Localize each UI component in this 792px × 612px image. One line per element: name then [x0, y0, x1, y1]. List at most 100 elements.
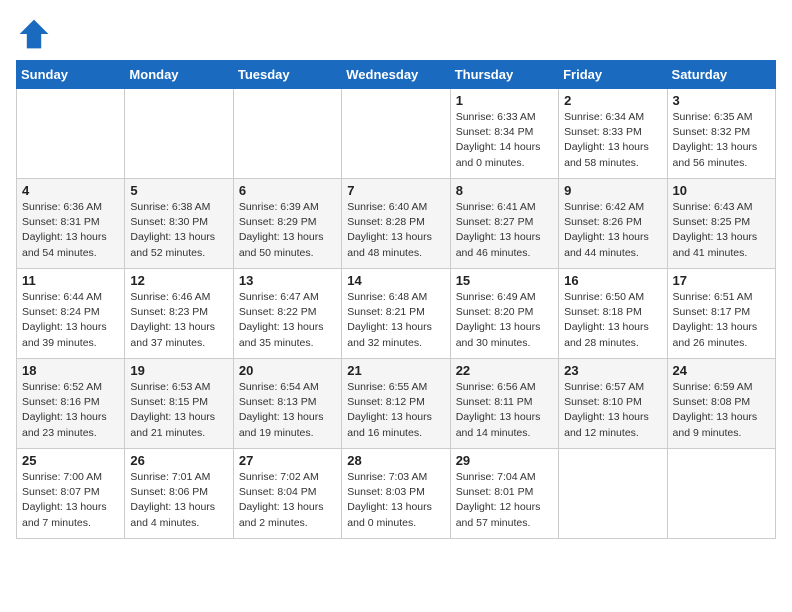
day-info: Sunrise: 6:56 AM Sunset: 8:11 PM Dayligh… — [456, 380, 553, 441]
day-info: Sunrise: 7:03 AM Sunset: 8:03 PM Dayligh… — [347, 470, 444, 531]
day-info: Sunrise: 6:41 AM Sunset: 8:27 PM Dayligh… — [456, 200, 553, 261]
calendar-cell: 20Sunrise: 6:54 AM Sunset: 8:13 PM Dayli… — [233, 359, 341, 449]
calendar-cell — [17, 89, 125, 179]
day-number: 25 — [22, 453, 119, 468]
calendar-cell: 7Sunrise: 6:40 AM Sunset: 8:28 PM Daylig… — [342, 179, 450, 269]
calendar-cell — [342, 89, 450, 179]
column-header-saturday: Saturday — [667, 61, 775, 89]
calendar-cell — [125, 89, 233, 179]
logo-icon — [16, 16, 52, 52]
day-number: 15 — [456, 273, 553, 288]
calendar-cell: 3 Sunrise: 6:35 AM Sunset: 8:32 PM Daylig… — [667, 89, 775, 179]
day-number: 3 — [673, 93, 770, 108]
day-info: Sunrise: 7:04 AM Sunset: 8:01 PM Dayligh… — [456, 470, 553, 531]
day-number: 21 — [347, 363, 444, 378]
day-number: 27 — [239, 453, 336, 468]
calendar-cell: 1Sunrise: 6:33 AM Sunset: 8:34 PM Daylig… — [450, 89, 558, 179]
day-info: Sunrise: 6:38 AM Sunset: 8:30 PM Dayligh… — [130, 200, 227, 261]
calendar-cell: 8 Sunrise: 6:41 AM Sunset: 8:27 PM Daylig… — [450, 179, 558, 269]
day-number: 19 — [130, 363, 227, 378]
day-number: 16 — [564, 273, 661, 288]
day-info: Sunrise: 6:57 AM Sunset: 8:10 PM Dayligh… — [564, 380, 661, 441]
day-number: 8 — [456, 183, 553, 198]
calendar-cell: 15 Sunrise: 6:49 AM Sunset: 8:20 PM Dayli… — [450, 269, 558, 359]
calendar-body: 1Sunrise: 6:33 AM Sunset: 8:34 PM Daylig… — [17, 89, 776, 539]
day-info: Sunrise: 7:02 AM Sunset: 8:04 PM Dayligh… — [239, 470, 336, 531]
day-info: Sunrise: 6:36 AM Sunset: 8:31 PM Dayligh… — [22, 200, 119, 261]
day-number: 12 — [130, 273, 227, 288]
day-info: Sunrise: 6:55 AM Sunset: 8:12 PM Dayligh… — [347, 380, 444, 441]
day-number: 24 — [673, 363, 770, 378]
calendar-header-row: SundayMondayTuesdayWednesdayThursdayFrid… — [17, 61, 776, 89]
calendar-cell — [667, 449, 775, 539]
column-header-wednesday: Wednesday — [342, 61, 450, 89]
day-number: 2 — [564, 93, 661, 108]
calendar-cell — [233, 89, 341, 179]
day-info: Sunrise: 6:34 AM Sunset: 8:33 PM Dayligh… — [564, 110, 661, 171]
day-info: Sunrise: 6:51 AM Sunset: 8:17 PM Dayligh… — [673, 290, 770, 351]
day-info: Sunrise: 6:44 AM Sunset: 8:24 PM Dayligh… — [22, 290, 119, 351]
column-header-thursday: Thursday — [450, 61, 558, 89]
calendar-cell: 17 Sunrise: 6:51 AM Sunset: 8:17 PM Dayli… — [667, 269, 775, 359]
day-number: 26 — [130, 453, 227, 468]
day-info: Sunrise: 7:01 AM Sunset: 8:06 PM Dayligh… — [130, 470, 227, 531]
day-number: 10 — [673, 183, 770, 198]
calendar-cell: 19 Sunrise: 6:53 AM Sunset: 8:15 PM Dayli… — [125, 359, 233, 449]
day-number: 13 — [239, 273, 336, 288]
day-info: Sunrise: 6:43 AM Sunset: 8:25 PM Dayligh… — [673, 200, 770, 261]
calendar-table: SundayMondayTuesdayWednesdayThursdayFrid… — [16, 60, 776, 539]
logo — [16, 16, 58, 52]
calendar-cell: 13 Sunrise: 6:47 AM Sunset: 8:22 PM Dayli… — [233, 269, 341, 359]
calendar-week-4: 18Sunrise: 6:52 AM Sunset: 8:16 PM Dayli… — [17, 359, 776, 449]
day-info: Sunrise: 6:42 AM Sunset: 8:26 PM Dayligh… — [564, 200, 661, 261]
calendar-cell: 27 Sunrise: 7:02 AM Sunset: 8:04 PM Dayli… — [233, 449, 341, 539]
calendar-cell: 12 Sunrise: 6:46 AM Sunset: 8:23 PM Dayli… — [125, 269, 233, 359]
day-info: Sunrise: 7:00 AM Sunset: 8:07 PM Dayligh… — [22, 470, 119, 531]
day-info: Sunrise: 6:50 AM Sunset: 8:18 PM Dayligh… — [564, 290, 661, 351]
day-info: Sunrise: 6:35 AM Sunset: 8:32 PM Dayligh… — [673, 110, 770, 171]
day-number: 18 — [22, 363, 119, 378]
day-number: 6 — [239, 183, 336, 198]
day-info: Sunrise: 6:39 AM Sunset: 8:29 PM Dayligh… — [239, 200, 336, 261]
calendar-cell: 5 Sunrise: 6:38 AM Sunset: 8:30 PM Daylig… — [125, 179, 233, 269]
day-number: 14 — [347, 273, 444, 288]
calendar-cell: 28 Sunrise: 7:03 AM Sunset: 8:03 PM Dayli… — [342, 449, 450, 539]
calendar-cell: 4 Sunrise: 6:36 AM Sunset: 8:31 PM Daylig… — [17, 179, 125, 269]
day-info: Sunrise: 6:46 AM Sunset: 8:23 PM Dayligh… — [130, 290, 227, 351]
calendar-cell: 6 Sunrise: 6:39 AM Sunset: 8:29 PM Daylig… — [233, 179, 341, 269]
day-info: Sunrise: 6:33 AM Sunset: 8:34 PM Dayligh… — [456, 110, 553, 171]
day-info: Sunrise: 6:59 AM Sunset: 8:08 PM Dayligh… — [673, 380, 770, 441]
calendar-cell: 29 Sunrise: 7:04 AM Sunset: 8:01 PM Dayli… — [450, 449, 558, 539]
calendar-cell: 18Sunrise: 6:52 AM Sunset: 8:16 PM Dayli… — [17, 359, 125, 449]
page-header — [16, 16, 776, 52]
day-info: Sunrise: 6:40 AM Sunset: 8:28 PM Dayligh… — [347, 200, 444, 261]
day-info: Sunrise: 6:54 AM Sunset: 8:13 PM Dayligh… — [239, 380, 336, 441]
calendar-cell: 25 Sunrise: 7:00 AM Sunset: 8:07 PM Dayli… — [17, 449, 125, 539]
calendar-cell — [559, 449, 667, 539]
calendar-cell: 14Sunrise: 6:48 AM Sunset: 8:21 PM Dayli… — [342, 269, 450, 359]
day-number: 29 — [456, 453, 553, 468]
calendar-cell: 16 Sunrise: 6:50 AM Sunset: 8:18 PM Dayli… — [559, 269, 667, 359]
calendar-week-3: 11 Sunrise: 6:44 AM Sunset: 8:24 PM Dayli… — [17, 269, 776, 359]
day-info: Sunrise: 6:53 AM Sunset: 8:15 PM Dayligh… — [130, 380, 227, 441]
day-number: 23 — [564, 363, 661, 378]
column-header-tuesday: Tuesday — [233, 61, 341, 89]
calendar-week-1: 1Sunrise: 6:33 AM Sunset: 8:34 PM Daylig… — [17, 89, 776, 179]
calendar-cell: 23 Sunrise: 6:57 AM Sunset: 8:10 PM Dayli… — [559, 359, 667, 449]
day-number: 4 — [22, 183, 119, 198]
day-number: 11 — [22, 273, 119, 288]
column-header-monday: Monday — [125, 61, 233, 89]
calendar-cell: 24 Sunrise: 6:59 AM Sunset: 8:08 PM Dayli… — [667, 359, 775, 449]
calendar-cell: 21 Sunrise: 6:55 AM Sunset: 8:12 PM Dayli… — [342, 359, 450, 449]
calendar-cell: 10 Sunrise: 6:43 AM Sunset: 8:25 PM Dayli… — [667, 179, 775, 269]
day-info: Sunrise: 6:47 AM Sunset: 8:22 PM Dayligh… — [239, 290, 336, 351]
calendar-cell: 2 Sunrise: 6:34 AM Sunset: 8:33 PM Daylig… — [559, 89, 667, 179]
day-number: 17 — [673, 273, 770, 288]
day-info: Sunrise: 6:49 AM Sunset: 8:20 PM Dayligh… — [456, 290, 553, 351]
calendar-cell: 11 Sunrise: 6:44 AM Sunset: 8:24 PM Dayli… — [17, 269, 125, 359]
day-number: 28 — [347, 453, 444, 468]
day-number: 5 — [130, 183, 227, 198]
day-number: 9 — [564, 183, 661, 198]
day-number: 22 — [456, 363, 553, 378]
column-header-sunday: Sunday — [17, 61, 125, 89]
